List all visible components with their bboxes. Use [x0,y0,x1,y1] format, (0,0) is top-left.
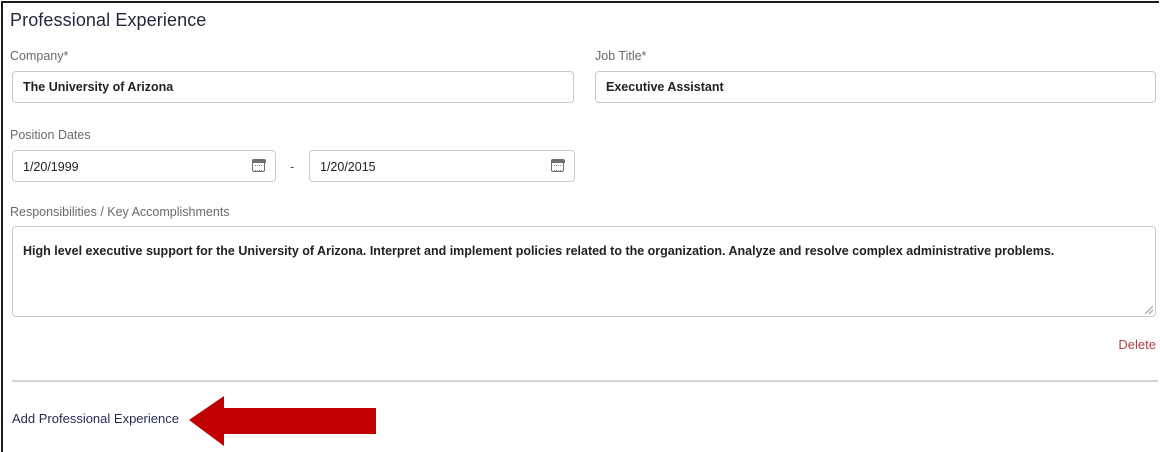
end-date-value: 1/20/2015 [320,160,376,174]
job-title-label: Job Title* [595,49,647,63]
job-title-field[interactable]: Executive Assistant [595,71,1156,103]
position-dates-label: Position Dates [10,128,91,142]
company-field[interactable]: The University of Arizona [12,71,574,103]
delete-link[interactable]: Delete [1118,337,1156,352]
company-label: Company* [10,49,69,63]
responsibilities-textarea[interactable]: High level executive support for the Uni… [12,226,1156,317]
responsibilities-text: High level executive support for the Uni… [23,244,1055,258]
start-date-value: 1/20/1999 [23,160,79,174]
end-date-field[interactable]: 1/20/2015 [309,150,575,182]
calendar-icon[interactable] [550,158,565,172]
resize-handle-icon[interactable] [1145,306,1153,314]
responsibilities-label: Responsibilities / Key Accomplishments [10,205,230,219]
annotation-arrow-icon [189,396,376,446]
divider [12,380,1158,382]
date-separator: - [290,159,295,174]
calendar-icon[interactable] [251,158,266,172]
start-date-field[interactable]: 1/20/1999 [12,150,276,182]
section-title: Professional Experience [10,10,207,30]
add-professional-experience-link[interactable]: Add Professional Experience [12,411,179,426]
